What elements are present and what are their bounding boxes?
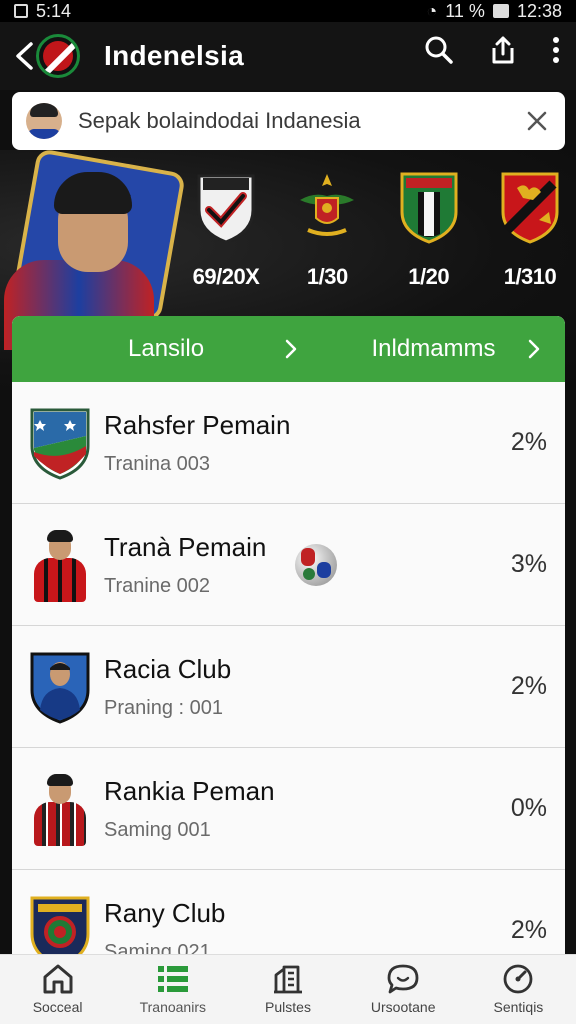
status-time-left: 5:14 [36, 0, 72, 21]
chevron-right-icon [528, 339, 540, 359]
nav-item-sentiqis[interactable]: Sentiqis [461, 955, 576, 1024]
search-input[interactable]: Sepak bolaindodai Indanesia [78, 108, 523, 134]
row-subtitle: Tranine 002 [104, 574, 210, 597]
shield-red-bird-icon [501, 172, 559, 244]
shield-green-stripe-icon [400, 172, 458, 244]
row-subtitle: Saming 001 [104, 818, 211, 841]
club-stats: 69/20X 1/30 1/20 1/310 [188, 170, 568, 290]
nav-label: Ursootane [370, 999, 436, 1015]
row-title: Tranà Pemain [104, 531, 267, 562]
app-bar: Indenelsia [0, 22, 576, 90]
close-icon[interactable] [523, 107, 551, 135]
row-percentage: 2% [510, 428, 547, 456]
nav-label: Tranoanirs [139, 999, 206, 1015]
nav-item-ursootane[interactable]: Ursootane [346, 955, 461, 1024]
tab-label: Inldmamms [371, 335, 496, 362]
nav-item-tranoanirs[interactable]: Tranoanirs [115, 955, 230, 1024]
list-item[interactable]: Rankia Peman Saming 001 0% [12, 748, 565, 870]
status-left: 5:14 [14, 1, 71, 22]
shield-blue-player-icon [30, 652, 90, 724]
club-stat: 1/30 [306, 264, 348, 289]
row-title: Rahsfer Pemain [104, 409, 291, 440]
row-title: Racia Club [104, 653, 232, 684]
speed-icon [504, 964, 533, 994]
building-icon [274, 965, 302, 994]
more-options-icon[interactable] [552, 35, 560, 65]
page-title: Indenelsia [104, 40, 244, 71]
shield-green-flag-icon [30, 408, 90, 480]
bottom-nav: Socceal Tranoanirs Pulstes Ursootane Sen… [0, 954, 576, 1024]
row-subtitle: Tranina 003 [104, 452, 210, 475]
tab-label: Lansilo [128, 335, 205, 362]
nav-label: Pulstes [265, 999, 311, 1015]
list-item[interactable]: Tranà Pemain Tranine 002 3% [12, 504, 565, 626]
back-button[interactable] [10, 36, 38, 76]
ball-icon [295, 543, 337, 586]
list-panel: Lansilo Inldmamms Rahsfer Pemain Tranina… [12, 316, 565, 956]
club-stat: 1/20 [408, 264, 450, 289]
row-percentage: 3% [510, 550, 547, 578]
player-striped-jersey-icon [30, 772, 90, 846]
hero-player-image [0, 160, 160, 350]
list-item[interactable]: Rahsfer Pemain Tranina 003 2% [12, 382, 565, 504]
status-clock: 12:38 [516, 0, 562, 21]
search-icon[interactable] [424, 35, 454, 65]
garuda-emblem-icon [300, 174, 355, 236]
share-icon[interactable] [488, 34, 518, 66]
app-logo [36, 34, 80, 78]
list-item[interactable]: Rany Club Saming 021 2% [12, 870, 565, 956]
chat-icon [387, 964, 419, 994]
list-icon [157, 966, 188, 992]
status-right: ◔ 11 % 12:38 [426, 1, 562, 22]
nav-label: Socceal [32, 999, 83, 1015]
row-title: Rankia Peman [104, 775, 275, 806]
list-item[interactable]: Racia Club Praning : 001 2% [12, 626, 565, 748]
club-item[interactable]: 69/20X [188, 170, 264, 290]
battery-icon [492, 4, 509, 18]
nav-item-pulstes[interactable]: Pulstes [230, 955, 345, 1024]
player-red-jersey-icon [30, 528, 90, 602]
nav-item-socceal[interactable]: Socceal [0, 955, 115, 1024]
home-icon [43, 964, 73, 994]
chevron-right-icon [285, 339, 296, 359]
row-percentage: 2% [510, 672, 547, 700]
row-percentage: 0% [510, 794, 547, 822]
status-bar: 5:14 ◔ 11 % 12:38 [0, 0, 576, 22]
shield-checkmark-icon [197, 174, 255, 244]
row-percentage: 2% [510, 916, 547, 944]
back-arrow-icon [16, 42, 33, 70]
notification-icon [14, 4, 28, 18]
app-bar-actions [424, 34, 560, 66]
nav-label: Sentiqis [493, 999, 544, 1015]
tab-bar: Lansilo Inldmamms [12, 316, 565, 382]
club-stat: 1/310 [503, 264, 557, 289]
tab-inldmamms[interactable]: Inldmamms [322, 316, 566, 382]
club-item[interactable]: 1/20 [391, 170, 467, 290]
battery-text: 11 % [445, 0, 485, 21]
search-bar[interactable]: Sepak bolaindodai Indanesia [12, 92, 565, 150]
shield-dark-crest-icon [30, 896, 90, 956]
avatar [26, 103, 62, 139]
tab-lansilo[interactable]: Lansilo [12, 316, 322, 382]
club-item[interactable]: 1/310 [492, 170, 568, 290]
club-stat: 69/20X [192, 264, 260, 289]
row-title: Rany Club [104, 897, 226, 928]
wifi-icon: ◔ [426, 0, 438, 21]
club-item[interactable]: 1/30 [289, 170, 365, 290]
row-subtitle: Praning : 001 [104, 696, 223, 719]
